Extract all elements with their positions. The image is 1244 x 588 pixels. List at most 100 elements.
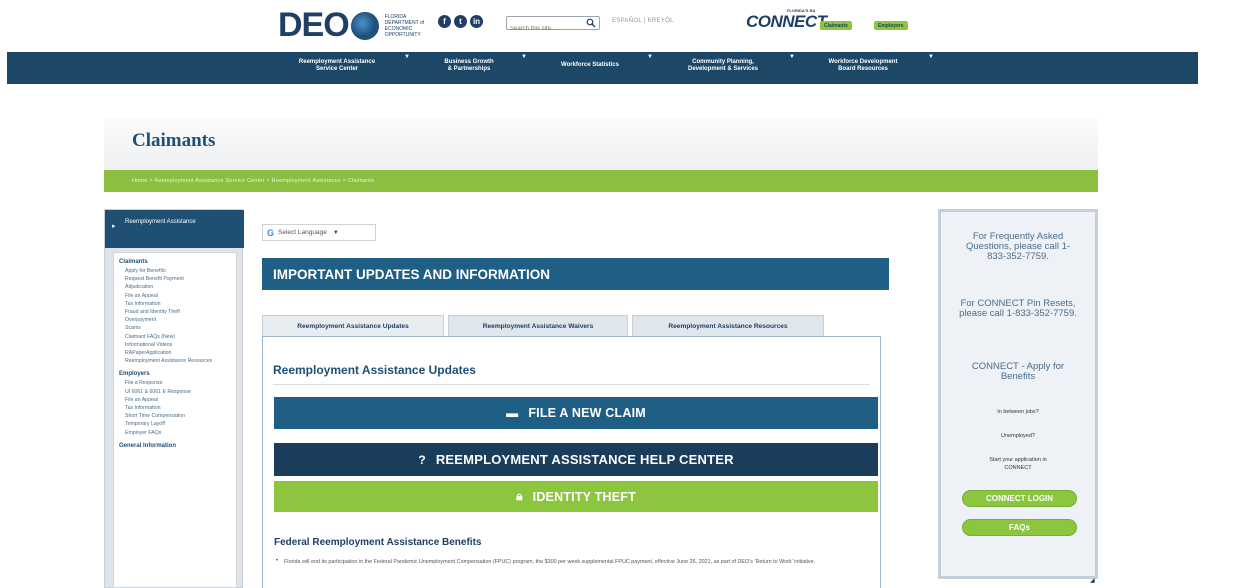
updates-banner: IMPORTANT UPDATES AND INFORMATION — [262, 258, 889, 290]
nav-item-statistics[interactable]: Workforce Statistics — [545, 62, 635, 69]
nav-label: Community Planning, — [692, 59, 754, 65]
nav-item-business[interactable]: Business Growth & Partnerships — [429, 59, 509, 73]
search-icon[interactable] — [586, 18, 596, 28]
right-info-box: For Frequently Asked Questions, please c… — [938, 209, 1098, 579]
tab-resources[interactable]: Reemployment Assistance Resources — [632, 315, 824, 337]
logo-subtitle: FLORIDA DEPARTMENT of ECONOMIC OPPORTUNI… — [385, 14, 440, 38]
sidebar-item[interactable]: RAPaperApplication — [119, 349, 236, 357]
logo-text: DEO — [278, 6, 350, 44]
panel-title: Reemployment Assistance Updates — [273, 363, 476, 377]
nav-label: Development & Services — [687, 66, 759, 72]
twitter-icon[interactable]: t — [454, 15, 467, 28]
sidebar-item[interactable]: File an Appeal — [119, 292, 236, 300]
sidebar-menu: Claimants Apply for Benefits Request Ben… — [113, 252, 237, 588]
nav-label: Workforce Development — [828, 59, 898, 65]
breadcrumb: Home > Reemployment Assistance Service C… — [104, 170, 1098, 192]
facebook-icon[interactable]: f — [438, 15, 451, 28]
sidebar-item[interactable]: Employer FAQs — [119, 429, 236, 437]
sidebar-item[interactable]: Apply for Benefits — [119, 267, 236, 275]
sidebar-item[interactable]: File an Appeal — [119, 396, 236, 404]
sidebar-item[interactable]: Claimant FAQs (New) — [119, 333, 236, 341]
sidebar-item[interactable]: UI 6061 & 6061 E Response — [119, 388, 236, 396]
start-application-text: Start your application in CONNECT — [989, 457, 1047, 471]
nav-item-community[interactable]: Community Planning, Development & Servic… — [667, 59, 779, 73]
nav-label: Reemployment Assistance — [298, 59, 376, 65]
sidebar-item[interactable]: Short Time Compensation — [119, 412, 236, 420]
pin-reset-text: For CONNECT Pin Resets, please call 1-83… — [959, 298, 1077, 319]
cta-label: FILE A NEW CLAIM — [528, 406, 646, 420]
language-select[interactable]: G Select Language ▼ — [262, 224, 376, 241]
bullet-icon: • — [276, 558, 279, 564]
chevron-down-icon[interactable]: ▼ — [404, 54, 410, 60]
federal-benefits-heading: Federal Reemployment Assistance Benefits — [274, 537, 482, 548]
faqs-button[interactable]: FAQs — [962, 519, 1077, 536]
cta-label: REEMPLOYMENT ASSISTANCE HELP CENTER — [435, 452, 734, 467]
chevron-down-icon[interactable]: ▼ — [928, 54, 934, 60]
deo-logo[interactable]: DEO FLORIDA DEPARTMENT of ECONOMIC OPPOR… — [278, 6, 440, 45]
social-links: f t in — [438, 15, 483, 28]
scroll-indicator-icon[interactable]: ◢ — [1090, 577, 1095, 584]
site-search — [506, 16, 600, 35]
employers-pill-button[interactable]: Employers — [874, 21, 908, 30]
language-links[interactable]: ESPAÑOL | KREYÒL — [612, 18, 674, 24]
nav-item-reemployment[interactable]: Reemployment Assistance Service Center — [282, 59, 392, 73]
sidebar-item[interactable]: Scams — [119, 324, 236, 332]
sidebar-item[interactable]: Adjudication — [119, 283, 236, 291]
left-sidebar: ▸ Reemployment Assistance Claimants Appl… — [104, 209, 244, 588]
between-jobs-text: In between jobs? — [997, 409, 1039, 415]
help-center-button[interactable]: ? REEMPLOYMENT ASSISTANCE HELP CENTER — [274, 443, 878, 476]
sidebar-item[interactable]: Informational Videos — [119, 341, 236, 349]
nav-label: Board Resources — [838, 66, 888, 72]
page: DEO FLORIDA DEPARTMENT of ECONOMIC OPPOR… — [0, 0, 1244, 588]
lock-icon: 🔒︎ — [516, 489, 523, 503]
sidebar-group-claimants[interactable]: Claimants — [119, 259, 236, 265]
main-nav: Reemployment Assistance Service Center ▼… — [7, 52, 1198, 84]
nav-label: Service Center — [315, 66, 359, 72]
title-band: Claimants — [104, 118, 1098, 170]
sidebar-item[interactable]: Temporary Layoff — [119, 420, 236, 428]
cta-label: IDENTITY THEFT — [532, 489, 636, 504]
nav-label: & Partnerships — [447, 66, 491, 72]
unemployed-text: Unemployed? — [1001, 433, 1035, 439]
tab-waivers[interactable]: Reemployment Assistance Waivers — [448, 315, 628, 337]
sidebar-group-general[interactable]: General Information — [119, 443, 236, 449]
connect-apply-link[interactable]: CONNECT - Apply for Benefits — [941, 362, 1095, 382]
chevron-down-icon[interactable]: ▼ — [789, 54, 795, 60]
site-header: DEO FLORIDA DEPARTMENT of ECONOMIC OPPOR… — [0, 0, 1244, 50]
tab-updates[interactable]: Reemployment Assistance Updates — [262, 315, 444, 337]
sidebar-item[interactable]: Tax Information — [119, 404, 236, 412]
page-title: Claimants — [132, 130, 216, 151]
language-select-label: Select Language — [278, 229, 327, 236]
divider — [273, 384, 870, 385]
identity-theft-button[interactable]: 🔒︎ IDENTITY THEFT — [274, 481, 878, 512]
chevron-down-icon[interactable]: ▼ — [647, 54, 653, 60]
sidebar-item[interactable]: Overpayment — [119, 316, 236, 324]
connect-login-button[interactable]: CONNECT LOGIN — [962, 490, 1077, 507]
sidebar-item[interactable]: File a Response — [119, 379, 236, 387]
federal-benefits-text: Florida will end its participation in th… — [284, 559, 816, 565]
google-translate-icon: G — [267, 227, 275, 238]
sidebar-item[interactable]: Fraud and Identity Theft — [119, 308, 236, 316]
sidebar-item[interactable]: Reemployment Assistance Resources — [119, 357, 236, 365]
sidebar-item[interactable]: Tax Information — [119, 300, 236, 308]
chevron-right-icon: ▸ — [112, 223, 116, 230]
chevron-down-icon[interactable]: ▼ — [521, 54, 527, 60]
sidebar-item[interactable]: Request Benefit Payment — [119, 275, 236, 283]
connect-logo[interactable]: CONNECT — [746, 12, 827, 32]
chevron-down-icon: ▼ — [332, 229, 339, 236]
nav-item-workforce-board[interactable]: Workforce Development Board Resources — [809, 59, 917, 73]
folder-icon: ▬ — [506, 406, 519, 420]
sidebar-heading[interactable]: ▸ Reemployment Assistance — [105, 210, 244, 248]
logo-sub-line: OPPORTUNITY — [384, 31, 421, 38]
breadcrumb-text[interactable]: Home > Reemployment Assistance Service C… — [132, 178, 374, 184]
claimants-pill-button[interactable]: Claimants — [820, 21, 852, 30]
globe-icon — [350, 11, 379, 40]
sidebar-group-employers[interactable]: Employers — [119, 371, 236, 377]
file-new-claim-button[interactable]: ▬ FILE A NEW CLAIM — [274, 397, 878, 429]
question-icon: ? — [418, 452, 426, 467]
linkedin-icon[interactable]: in — [470, 15, 483, 28]
search-input[interactable] — [507, 23, 583, 35]
nav-label: Workforce Statistics — [561, 62, 619, 68]
sidebar-heading-label: Reemployment Assistance — [125, 219, 196, 225]
nav-label: Business Growth — [444, 59, 494, 65]
